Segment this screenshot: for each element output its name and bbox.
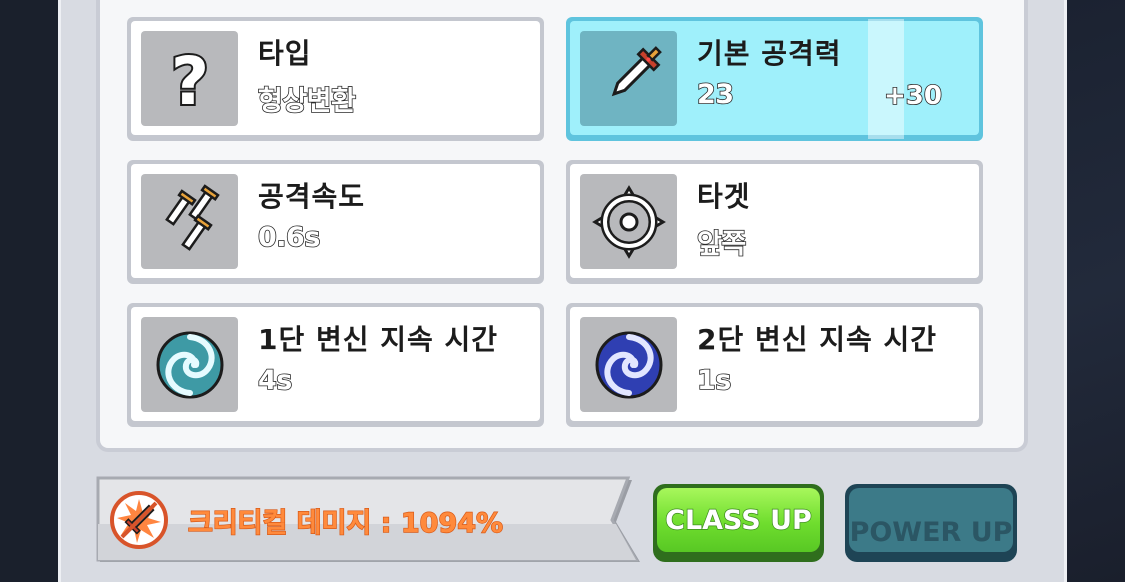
teal-swirl-icon xyxy=(141,317,238,412)
stat-label: 공격속도 xyxy=(258,180,366,213)
attack-bonus: +30 xyxy=(883,80,943,112)
stat-card-base-attack: 기본 공격력 23 +30 xyxy=(566,17,983,141)
class-up-label: CLASS UP xyxy=(664,504,812,536)
stat-value: 4s xyxy=(257,364,293,397)
stat-card-attack-speed: 공격속도 0.6s xyxy=(127,160,544,284)
svg-text:?: ? xyxy=(170,44,208,114)
stat-label: 1단 변신 지속 시간 xyxy=(258,323,499,356)
sword-icon xyxy=(580,31,677,126)
power-up-button[interactable]: POWER UP xyxy=(845,484,1017,562)
stat-label: 기본 공격력 xyxy=(697,37,842,70)
class-up-button[interactable]: CLASS UP xyxy=(653,484,824,562)
stat-value: 23 xyxy=(696,78,735,111)
stat-card-type: ? 타입 형상변환 xyxy=(127,17,544,141)
stat-label: 타입 xyxy=(258,37,312,70)
stat-value: 1s xyxy=(696,364,732,397)
critical-damage-text: 크리티컬 데미지 : 1094% xyxy=(187,507,504,539)
blue-swirl-icon xyxy=(580,317,677,412)
stat-card-target: 타겟 앞쪽 xyxy=(566,160,983,284)
stat-label: 2단 변신 지속 시간 xyxy=(697,323,938,356)
stat-card-transform-1-duration: 1단 변신 지속 시간 4s xyxy=(127,303,544,427)
stat-card-transform-2-duration: 2단 변신 지속 시간 1s xyxy=(566,303,983,427)
background-right xyxy=(1067,0,1125,582)
stat-value: 앞쪽 xyxy=(696,228,747,261)
stat-value: 0.6s xyxy=(257,221,321,254)
background-left xyxy=(0,0,58,582)
question-mark-icon: ? xyxy=(141,31,238,126)
triple-sword-icon xyxy=(141,174,238,269)
crosshair-icon xyxy=(580,174,677,269)
critical-sword-icon xyxy=(110,491,168,549)
stat-value: 형상변환 xyxy=(257,85,356,118)
stat-label: 타겟 xyxy=(697,180,751,213)
critical-damage-banner: 크리티컬 데미지 : 1094% xyxy=(96,476,644,566)
power-up-label: POWER UP xyxy=(849,517,1013,548)
